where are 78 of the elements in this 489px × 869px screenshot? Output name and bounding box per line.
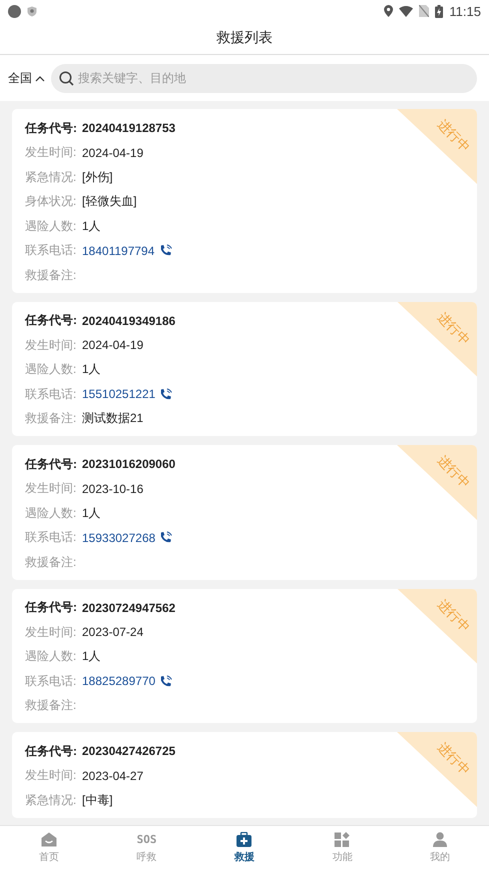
field-value: 1人: [82, 218, 101, 235]
battery-icon: [435, 4, 444, 18]
region-dropdown[interactable]: 全国: [8, 70, 45, 86]
no-sim-icon: [419, 5, 430, 17]
task-card[interactable]: 进行中 任务代号: 20231016209060 发生时间: 2023-10-16 遇险人数: 1人 联系电话: 15933027268 救援备注:: [12, 445, 477, 580]
field-value: 20240419349186: [82, 314, 176, 328]
field-label: 任务代号:: [25, 599, 78, 616]
phone-link[interactable]: 15510251221: [82, 387, 156, 402]
phone-link[interactable]: 18825289770: [82, 674, 156, 688]
field-label: 遇险人数:: [25, 361, 78, 378]
field-value: 1人: [82, 504, 101, 522]
grid-icon: [334, 832, 350, 848]
medical-kit-icon: [236, 832, 252, 848]
status-label: 进行中: [433, 596, 474, 636]
field-label: 发生时间:: [25, 767, 78, 784]
field-value: [中毒]: [82, 792, 113, 809]
field-label: 发生时间:: [25, 336, 78, 354]
phone-icon: [159, 388, 174, 401]
field-label: 遇险人数:: [25, 218, 78, 235]
field-value: 20230724947562: [82, 600, 176, 615]
field-value: [外伤]: [82, 168, 113, 186]
task-card[interactable]: 进行中 任务代号: 20230724947562 发生时间: 2023-07-24 遇险人数: 1人 联系电话: 18825289770 救援备注:: [12, 588, 477, 723]
field-label: 发生时间:: [25, 624, 78, 641]
app-dot-icon: [8, 4, 21, 18]
field-label: 遇险人数:: [25, 504, 78, 522]
phone-icon: [158, 244, 173, 258]
field-value: 2023-07-24: [82, 625, 144, 640]
person-icon: [432, 832, 448, 848]
field-label: 遇险人数:: [25, 648, 78, 666]
tab-item[interactable]: 救援: [196, 826, 294, 869]
field-label: 任务代号:: [25, 742, 78, 760]
phone-icon: [159, 674, 174, 688]
field-value: 2024-04-19: [82, 146, 144, 160]
phone-link[interactable]: 15933027268: [82, 530, 156, 545]
wifi-icon: [399, 6, 414, 16]
field-label: 救援备注:: [25, 697, 78, 714]
field-value: 测试数据21: [82, 410, 144, 428]
field-value: 1人: [82, 648, 101, 666]
field-label: 救援备注:: [25, 554, 78, 571]
field-label: 发生时间:: [25, 480, 78, 498]
location-icon: [384, 5, 394, 17]
field-value: 2023-04-27: [82, 768, 144, 783]
field-label: 联系电话:: [25, 386, 78, 403]
field-label: 身体状况:: [25, 193, 78, 210]
task-card[interactable]: 进行中 任务代号: 20230427426725 发生时间: 2023-04-27 紧急情况: [中毒]: [12, 732, 477, 818]
field-label: 联系电话:: [25, 242, 78, 260]
field-value: [轻微失血]: [82, 193, 137, 210]
field-label: 任务代号:: [25, 456, 78, 473]
field-label: 发生时间:: [25, 144, 78, 162]
status-label: 进行中: [433, 308, 474, 349]
page-title: 救援列表: [216, 29, 272, 47]
field-label: 救援备注:: [25, 410, 78, 428]
field-value: 2023-10-16: [82, 482, 144, 496]
field-label: 救援备注:: [25, 266, 78, 284]
status-label: 进行中: [433, 116, 474, 156]
field-value: 2024-04-19: [82, 338, 144, 352]
field-label: 任务代号:: [25, 120, 78, 137]
field-label: 任务代号:: [25, 312, 78, 330]
phone-link[interactable]: 18401197794: [82, 244, 155, 258]
task-card[interactable]: 进行中 任务代号: 20240419349186 发生时间: 2024-04-19 遇险人数: 1人 联系电话: 15510251221 救援备注: 测试数据21: [12, 302, 477, 436]
field-value: 20240419128753: [82, 121, 176, 136]
shield-icon: [27, 6, 37, 16]
field-label: 联系电话:: [25, 672, 78, 690]
field-label: 联系电话:: [25, 529, 78, 546]
home-icon: [40, 832, 57, 848]
status-label: 进行中: [433, 452, 474, 492]
field-label: 紧急情况:: [25, 168, 78, 186]
field-value: 1人: [82, 361, 101, 378]
task-card[interactable]: 进行中 任务代号: 20240419128753 发生时间: 2024-04-19 紧急情况: [外伤] 身体状况: [轻微失血] 遇险人数: 1人 联系电话: 18401197794 救援备注:: [12, 109, 477, 292]
field-value: 20230427426725: [82, 744, 176, 758]
search-field[interactable]: 搜索关键字、目的地: [51, 64, 477, 92]
status-time: 11:15: [449, 4, 481, 18]
field-label: 紧急情况:: [25, 792, 78, 809]
field-value: 20231016209060: [82, 457, 176, 472]
sos-icon: SOS: [136, 832, 157, 848]
phone-icon: [159, 531, 174, 544]
status-label: 进行中: [433, 739, 474, 780]
caret-icon: [35, 74, 45, 82]
